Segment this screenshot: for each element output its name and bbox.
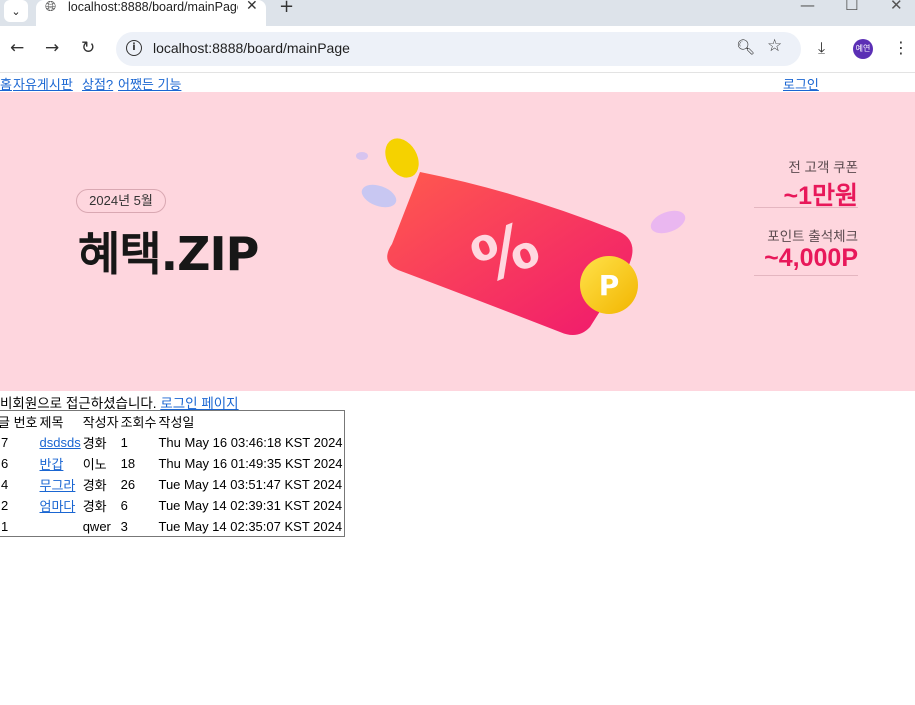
- chevron-down-icon: ⌄: [11, 4, 21, 18]
- cell-no: 4: [1, 477, 9, 492]
- table-row: 4 무그라 경화 26 Tue May 14 03:51:47 KST 2024: [0, 474, 344, 495]
- cell-views: 26: [120, 477, 136, 492]
- window-close-icon[interactable]: ✕: [890, 0, 903, 14]
- address-bar[interactable]: i localhost:8888/board/mainPage 🔍︎ ☆: [116, 32, 801, 66]
- cell-no: 1: [1, 518, 9, 534]
- login-page-link[interactable]: 로그인 페이지: [160, 396, 238, 411]
- board-table: 글 번호 제목 작성자 조회수 작성일 7 dsdsds 경화 1 Thu Ma…: [0, 410, 345, 537]
- cell-views: 3: [120, 518, 128, 534]
- forward-arrow-icon[interactable]: →: [45, 38, 59, 58]
- site-info-icon[interactable]: i: [126, 40, 142, 56]
- points-value: ~4,000P: [764, 244, 858, 272]
- table-row: 6 반갑 이노 18 Thu May 16 01:49:35 KST 2024: [0, 453, 344, 474]
- promo-banner[interactable]: 2024년 5월 혜택.ZIP % P 전 고객 쿠폰 ~1만원 포인트 출석체…: [0, 92, 915, 391]
- table-row: 7 dsdsds 경화 1 Thu May 16 03:46:18 KST 20…: [0, 432, 344, 453]
- floating-coin-top: [385, 138, 419, 178]
- cell-views: 18: [120, 456, 136, 471]
- header-date: 작성일: [158, 415, 195, 430]
- cell-date: Tue May 14 03:51:47 KST 2024: [158, 477, 343, 492]
- post-title-link[interactable]: dsdsds: [40, 435, 81, 450]
- site-nav: 홈 자유게시판 상점? 어쨌든 기능 로그인: [0, 74, 915, 92]
- cell-author: 이노: [82, 457, 107, 472]
- cell-date: Tue May 14 02:35:07 KST 2024: [158, 518, 343, 534]
- bookmark-star-icon[interactable]: ☆: [767, 36, 782, 56]
- nav-home-link[interactable]: 홈: [0, 74, 12, 93]
- nav-login-link[interactable]: 로그인: [783, 74, 819, 93]
- back-arrow-icon[interactable]: ←: [10, 38, 24, 58]
- profile-avatar[interactable]: 예연: [853, 39, 873, 59]
- cell-no: 6: [1, 456, 9, 471]
- browser-toolbar: ← → ↻ i localhost:8888/board/mainPage 🔍︎…: [0, 26, 915, 73]
- tab-title: localhost:8888/board/mainPage: [68, 0, 238, 14]
- cell-author: 경화: [82, 436, 107, 451]
- cell-date: Tue May 14 02:39:31 KST 2024: [158, 498, 343, 513]
- nav-store-link[interactable]: 상점?: [82, 74, 113, 93]
- tab-search-button[interactable]: ⌄: [4, 0, 28, 22]
- globe-icon: 🌐︎: [45, 0, 57, 15]
- post-title-link[interactable]: 반갑: [40, 457, 64, 472]
- post-title-link[interactable]: 무그라: [40, 478, 76, 493]
- close-tab-icon[interactable]: ✕: [246, 0, 258, 14]
- floating-oval-pink: [650, 210, 686, 234]
- header-views: 조회수: [120, 415, 157, 430]
- browser-tab[interactable]: 🌐︎ localhost:8888/board/mainPage ✕: [36, 0, 266, 26]
- cell-author: qwer: [82, 518, 111, 534]
- zoom-icon[interactable]: 🔍︎: [736, 38, 755, 56]
- points-label: 포인트 출석체크: [767, 229, 858, 244]
- table-row: 2 엄마다 경화 6 Tue May 14 02:39:31 KST 2024: [0, 495, 344, 516]
- menu-kebab-icon[interactable]: ⋮: [893, 38, 909, 57]
- nav-free-board-link[interactable]: 자유게시판: [13, 74, 73, 93]
- cell-date: Thu May 16 01:49:35 KST 2024: [158, 456, 343, 471]
- cell-author: 경화: [82, 478, 107, 493]
- table-header-row: 글 번호 제목 작성자 조회수 작성일: [0, 411, 344, 432]
- browser-tabstrip: ⌄ 🌐︎ localhost:8888/board/mainPage ✕ + —…: [0, 0, 915, 26]
- cell-views: 6: [120, 498, 128, 513]
- minimize-icon[interactable]: —: [800, 0, 815, 14]
- cell-date: Thu May 16 03:46:18 KST 2024: [158, 435, 343, 450]
- coupon-label: 전 고객 쿠폰: [788, 160, 858, 175]
- guest-notice-text: 비회원으로 접근하셨습니다.: [0, 396, 157, 411]
- download-icon[interactable]: ⤓: [818, 38, 825, 58]
- post-title-link[interactable]: 엄마다: [40, 499, 76, 514]
- new-tab-icon[interactable]: +: [279, 0, 294, 17]
- floating-oval-small: [356, 152, 368, 160]
- cell-views: 1: [120, 435, 128, 450]
- floating-oval-blue: [361, 184, 397, 208]
- divider: [754, 207, 858, 208]
- maximize-icon[interactable]: ☐: [845, 0, 858, 14]
- header-title: 제목: [39, 415, 64, 430]
- cell-no: 7: [1, 435, 9, 450]
- point-coin-label: P: [599, 269, 620, 302]
- header-author: 작성자: [82, 415, 119, 430]
- cell-no: 2: [1, 498, 9, 513]
- cell-author: 경화: [82, 499, 107, 514]
- table-row: 1 qwer 3 Tue May 14 02:35:07 KST 2024: [0, 516, 344, 536]
- divider: [754, 275, 858, 276]
- header-post-number: 글 번호: [0, 415, 38, 430]
- nav-feature-link[interactable]: 어쨌든 기능: [118, 74, 181, 93]
- guest-notice: 비회원으로 접근하셨습니다. 로그인 페이지: [0, 392, 239, 412]
- reload-icon[interactable]: ↻: [81, 38, 95, 58]
- url-text[interactable]: localhost:8888/board/mainPage: [153, 40, 350, 56]
